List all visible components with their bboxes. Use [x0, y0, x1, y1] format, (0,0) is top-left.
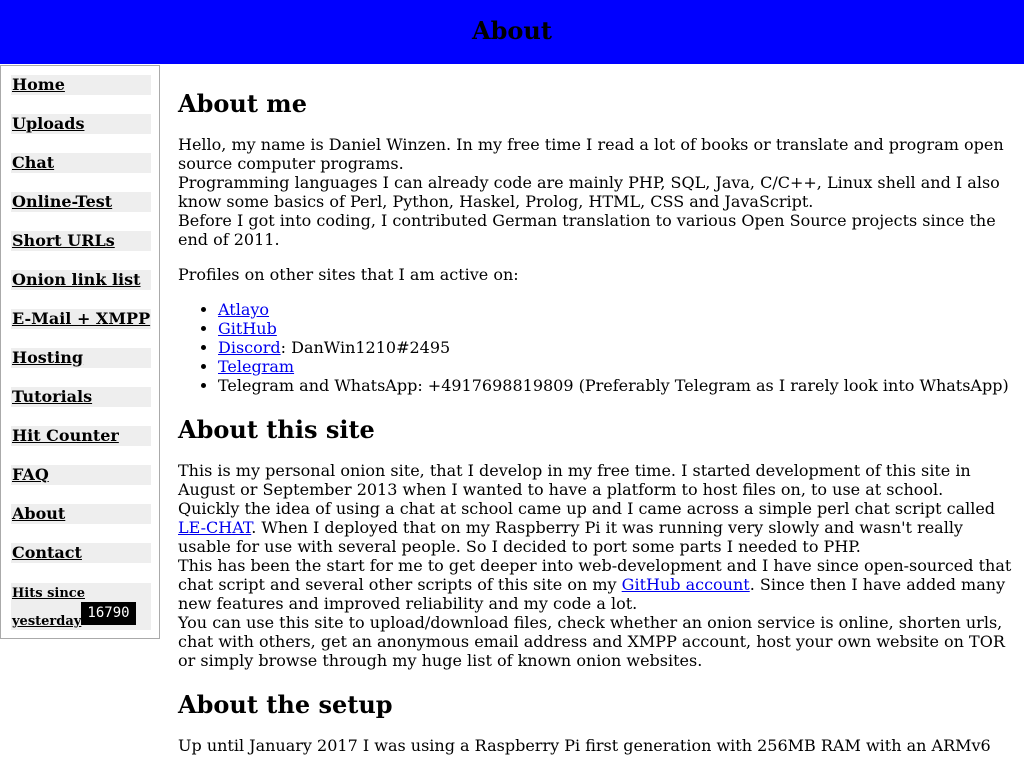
- heading-about-me: About me: [178, 89, 307, 118]
- sidebar-item-email-xmpp[interactable]: E-Mail + XMPP: [11, 309, 151, 329]
- list-item: Discord: DanWin1210#2495: [218, 338, 1018, 357]
- hits-label[interactable]: Hits since: [12, 586, 85, 601]
- sidebar-item-contact[interactable]: Contact: [11, 543, 151, 563]
- sidebar-item-hit-counter[interactable]: Hit Counter: [11, 426, 151, 446]
- about-me-paragraph-2: Programming languages I can already code…: [178, 173, 1000, 211]
- telegram-link[interactable]: Telegram: [218, 357, 294, 376]
- sidebar-item-home[interactable]: Home: [11, 75, 151, 95]
- sidebar-item-short-urls[interactable]: Short URLs: [11, 231, 151, 251]
- about-site-paragraph-2: Quickly the idea of using a chat at scho…: [178, 499, 996, 556]
- sidebar-item-tutorials[interactable]: Tutorials: [11, 387, 151, 407]
- about-setup-paragraph-1: Up until January 2017 I was using a Rasp…: [178, 736, 991, 755]
- about-site-paragraph-3: This has been the start for me to get de…: [178, 556, 1012, 613]
- sidebar-item-about[interactable]: About: [11, 504, 151, 524]
- about-site-paragraph-1: This is my personal onion site, that I d…: [178, 461, 971, 499]
- sidebar-item-uploads[interactable]: Uploads: [11, 114, 151, 134]
- github-account-link[interactable]: GitHub account: [622, 575, 750, 594]
- about-me-paragraph-3: Before I got into coding, I contributed …: [178, 211, 996, 249]
- discord-handle: : DanWin1210#2495: [280, 338, 451, 357]
- header-bar: About: [0, 0, 1024, 64]
- github-link[interactable]: GitHub: [218, 319, 277, 338]
- sidebar-item-onion-link-list[interactable]: Onion link list: [11, 270, 151, 290]
- le-chat-link[interactable]: LE-CHAT: [178, 518, 251, 537]
- heading-about-setup: About the setup: [178, 690, 393, 719]
- sidebar-item-faq[interactable]: FAQ: [11, 465, 151, 485]
- sidebar-menu: Home Uploads Chat Online-Test Short URLs…: [0, 65, 160, 639]
- list-item: Telegram and WhatsApp: +4917698819809 (P…: [218, 376, 1018, 395]
- list-item: Atlayo: [218, 300, 1018, 319]
- main-content: About me Hello, my name is Daniel Winzen…: [178, 66, 1018, 756]
- atlayo-link[interactable]: Atlayo: [218, 300, 269, 319]
- page-title: About: [472, 16, 552, 45]
- hits-label-2[interactable]: yesterday: [12, 614, 81, 629]
- hit-counter-value: 16790: [81, 602, 136, 625]
- phone-contact: Telegram and WhatsApp: +4917698819809 (P…: [218, 376, 1009, 395]
- sidebar-item-online-test[interactable]: Online-Test: [11, 192, 151, 212]
- heading-about-site: About this site: [178, 415, 375, 444]
- sidebar-item-chat[interactable]: Chat: [11, 153, 151, 173]
- list-item: GitHub: [218, 319, 1018, 338]
- list-item: Telegram: [218, 357, 1018, 376]
- hit-counter-box: Hits since yesterday 16790: [11, 583, 151, 630]
- about-site-paragraph-4: You can use this site to upload/download…: [178, 613, 1005, 670]
- discord-link[interactable]: Discord: [218, 338, 281, 357]
- profiles-intro: Profiles on other sites that I am active…: [178, 265, 519, 284]
- profiles-list: Atlayo GitHub Discord: DanWin1210#2495 T…: [178, 300, 1018, 395]
- sidebar-item-hosting[interactable]: Hosting: [11, 348, 151, 368]
- about-me-paragraph-1: Hello, my name is Daniel Winzen. In my f…: [178, 135, 1004, 173]
